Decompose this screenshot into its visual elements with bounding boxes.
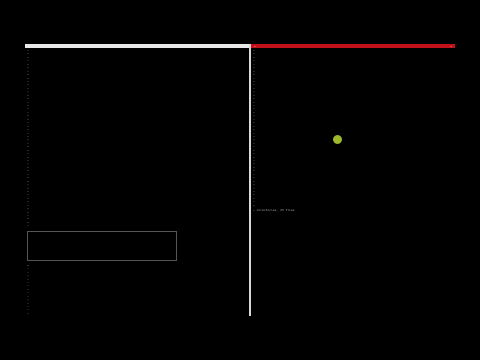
- right-terminal-pane[interactable]: … … …………………………………………………………………………………………………: [251, 44, 455, 316]
- terminal-line: …: [27, 314, 247, 316]
- mouse-cursor-icon: [333, 135, 342, 144]
- directory-tree: ……………………………………………………………………………………………………………: [251, 48, 455, 208]
- terminal-line: …: [253, 202, 255, 207]
- left-output-bottom: ………………………………………………………: [25, 263, 249, 316]
- status-right-text: …: [450, 44, 452, 48]
- tree-summary: … directories, 23 files: [253, 208, 295, 213]
- system-info-box: [27, 230, 177, 261]
- left-terminal-pane[interactable]: ……………………………………………………………………………………………………………: [25, 44, 249, 316]
- left-output-top: ……………………………………………………………………………………………………………: [25, 48, 249, 229]
- terminal-window[interactable]: ……………………………………………………………………………………………………………: [25, 44, 455, 316]
- terminal-line: …: [27, 223, 29, 228]
